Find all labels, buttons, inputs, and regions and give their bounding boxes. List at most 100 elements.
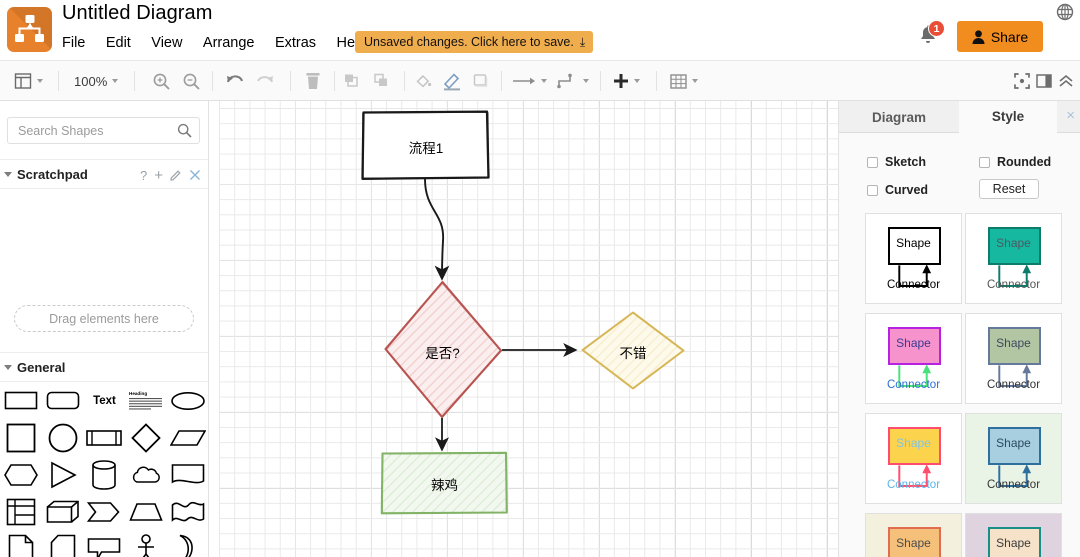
style-swatch[interactable]: ShapeConnector [965,513,1062,557]
close-panel-icon[interactable]: × [1066,107,1075,124]
shape-actor[interactable] [125,530,167,557]
search-icon[interactable] [177,123,192,138]
swatch-connector-label: Connector [966,279,1061,291]
zoom-out-icon [182,72,201,91]
page-title[interactable]: Untitled Diagram [62,2,213,25]
add-icon[interactable]: + [154,167,163,184]
shadow-button[interactable] [472,61,490,101]
shape-textbox[interactable]: Heading [125,382,167,419]
collapse-toolbar-button[interactable] [1058,61,1074,101]
save-download-icon: ⤓ [580,35,585,50]
shape-ellipse[interactable] [167,382,209,419]
toolbar-separator [290,71,291,91]
option-sketch[interactable]: Sketch [867,155,926,169]
style-swatch[interactable]: ShapeConnector [965,413,1062,504]
edit-pencil-icon[interactable] [170,169,182,181]
menu-item-file[interactable]: File [62,35,85,51]
style-swatch[interactable]: ShapeConnector [965,213,1062,304]
shape-or[interactable] [167,530,209,557]
line-color-button[interactable] [442,61,462,101]
connection-arrow-button[interactable] [512,61,547,101]
style-swatch[interactable]: ShapeConnector [865,513,962,557]
style-swatch[interactable]: ShapeConnector [865,313,962,404]
option-curved[interactable]: Curved [867,183,928,197]
close-icon[interactable] [189,169,201,181]
fill-color-button[interactable] [414,61,432,101]
drawio-logo[interactable] [7,7,52,52]
view-layout-button[interactable] [14,61,43,101]
shape-text[interactable]: Text [84,382,126,419]
sidebar-section-general[interactable]: General [0,352,209,382]
unsaved-changes-banner[interactable]: Unsaved changes. Click here to save. ⤓ [355,31,593,53]
canvas-edge-1-2[interactable] [425,179,443,277]
shape-rectangle[interactable] [0,382,42,419]
menu-item-extras[interactable]: Extras [275,35,316,51]
unsaved-changes-label: Unsaved changes. Click here to save. [364,35,574,49]
delete-button[interactable] [305,61,321,101]
swatch-shape-label: Shape [866,536,961,550]
zoom-out-button[interactable] [182,61,201,101]
search-shapes-field[interactable] [7,117,200,144]
drawio-app: Untitled Diagram File Edit View Arrange … [0,0,1080,557]
zoom-level-button[interactable]: 100% [74,61,118,101]
help-icon[interactable]: ? [140,168,147,183]
pencil-line-icon [442,71,462,91]
shape-note[interactable] [0,530,42,557]
shape-circle[interactable] [42,419,84,456]
sidebar-section-scratchpad[interactable]: Scratchpad ? + [0,159,209,189]
redo-button[interactable] [254,61,276,101]
undo-button[interactable] [224,61,246,101]
to-front-button[interactable] [343,61,361,101]
waypoints-button[interactable] [556,61,589,101]
reset-button[interactable]: Reset [979,179,1039,199]
scratchpad-body: Drag elements here [0,296,209,354]
shape-rounded-rectangle[interactable] [42,382,84,419]
shape-document[interactable] [167,456,209,493]
option-rounded[interactable]: Rounded [979,155,1051,169]
menu-item-view[interactable]: View [151,35,182,51]
redo-icon [254,72,276,90]
shape-card[interactable] [42,530,84,557]
share-button[interactable]: Share [957,21,1043,52]
shape-process[interactable] [84,419,126,456]
tab-style[interactable]: Style [959,101,1057,133]
rounded-checkbox[interactable] [979,157,990,168]
curved-checkbox[interactable] [867,185,878,196]
shape-tape[interactable] [167,493,209,530]
style-swatch[interactable]: ShapeConnector [865,213,962,304]
shape-hexagon[interactable] [0,456,42,493]
shape-parallelogram[interactable] [167,419,209,456]
shape-diamond[interactable] [125,419,167,456]
style-swatch[interactable]: ShapeConnector [965,313,1062,404]
format-panel-icon [1036,73,1052,89]
shape-cylinder[interactable] [84,456,126,493]
main-toolbar: 100% [0,60,1080,101]
menu-item-arrange[interactable]: Arrange [203,35,255,51]
globe-icon[interactable] [1056,3,1074,21]
table-button[interactable] [670,61,698,101]
shape-step[interactable] [84,493,126,530]
reset-label: Reset [993,182,1026,196]
format-panel-button[interactable] [1036,61,1052,101]
zoom-in-button[interactable] [152,61,171,101]
search-input[interactable] [16,118,171,143]
shape-trapezoid[interactable] [125,493,167,530]
menu-item-edit[interactable]: Edit [106,35,131,51]
shape-square[interactable] [0,419,42,456]
sketch-checkbox[interactable] [867,157,878,168]
to-back-button[interactable] [373,61,391,101]
shape-row [0,530,209,557]
fullscreen-button[interactable] [1014,61,1030,101]
style-swatch[interactable]: ShapeConnector [865,413,962,504]
chevron-down-icon [541,79,547,83]
shape-triangle[interactable] [42,456,84,493]
scratchpad-dropzone[interactable]: Drag elements here [14,305,194,332]
tab-diagram[interactable]: Diagram [839,101,959,133]
shape-table[interactable] [0,493,42,530]
shape-cube[interactable] [42,493,84,530]
shape-callout[interactable] [84,530,126,557]
insert-button[interactable] [613,61,640,101]
arrow-right-icon [512,75,536,87]
diagram-canvas[interactable]: 流程1 是否? 不错 辣鸡 [209,101,838,557]
shape-cloud[interactable] [125,456,167,493]
